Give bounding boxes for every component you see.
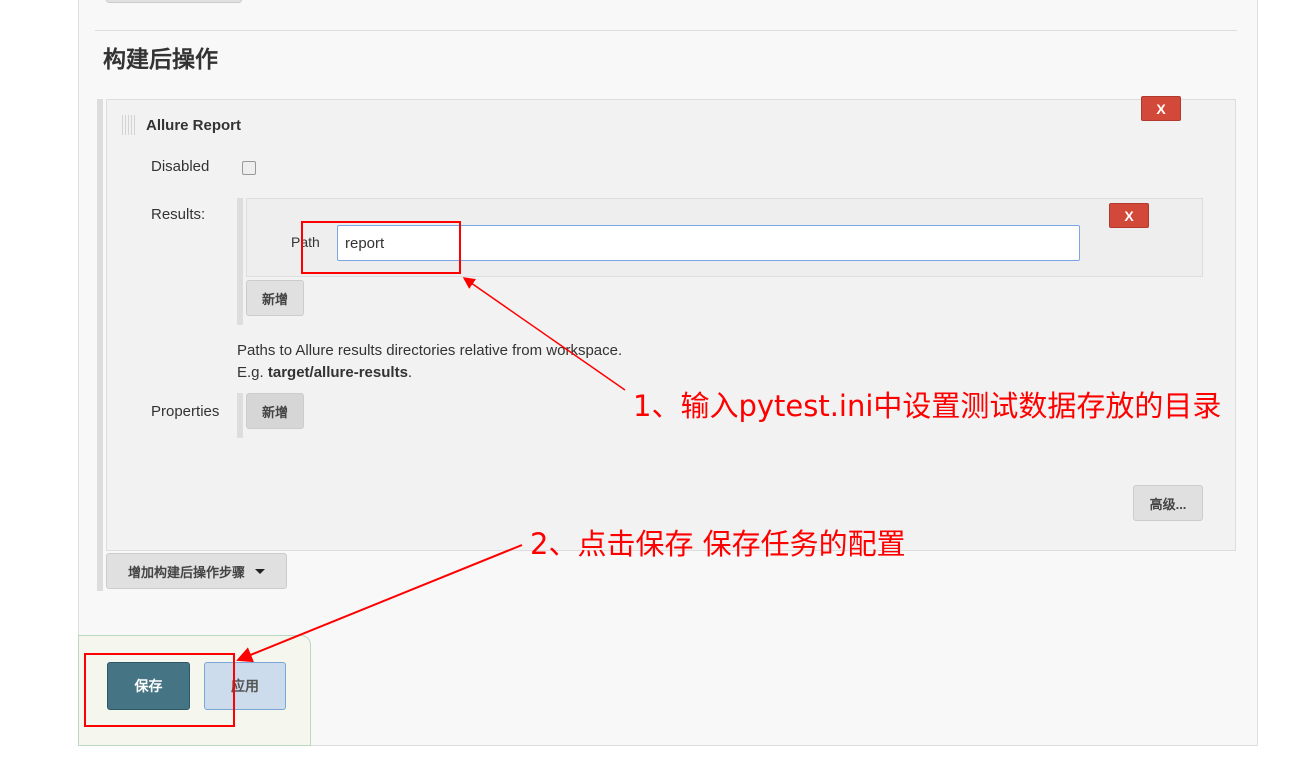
annotation-arrows <box>236 277 626 663</box>
arrow-to-save <box>236 544 523 663</box>
arrow-to-path <box>462 277 626 391</box>
annotation-note-1: 1、输入pytest.ini中设置测试数据存放的目录 <box>633 389 1222 423</box>
annotation-note-2: 2、点击保存 保存任务的配置 <box>530 527 906 561</box>
